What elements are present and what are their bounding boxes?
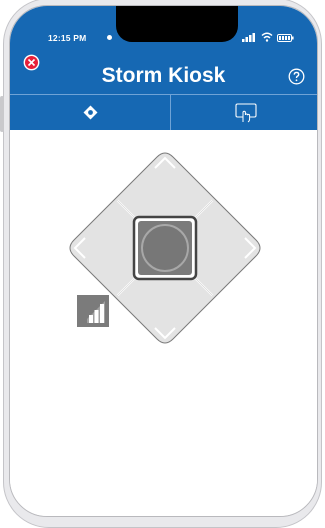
phone-notch <box>116 6 238 42</box>
dpad-select-button[interactable] <box>132 215 198 281</box>
signal-strength-icon <box>77 295 109 327</box>
app-title: Storm Kiosk <box>101 64 226 87</box>
camera-indicator-icon <box>107 35 112 40</box>
signal-icon <box>242 33 255 42</box>
control-area <box>10 130 317 516</box>
wifi-icon <box>261 32 273 42</box>
tab-touch[interactable] <box>171 95 317 131</box>
dpad-icon <box>83 105 98 120</box>
battery-icon <box>277 34 294 42</box>
select-circle-icon <box>141 224 189 272</box>
tab-bar <box>10 94 317 131</box>
phone-side-button <box>0 96 4 132</box>
tab-dpad[interactable] <box>10 95 171 131</box>
phone-screen: 12:15 PM Storm Kiosk <box>9 5 318 517</box>
help-icon[interactable] <box>288 68 305 85</box>
touch-screen-icon <box>235 103 257 123</box>
status-time: 12:15 PM <box>48 33 87 43</box>
